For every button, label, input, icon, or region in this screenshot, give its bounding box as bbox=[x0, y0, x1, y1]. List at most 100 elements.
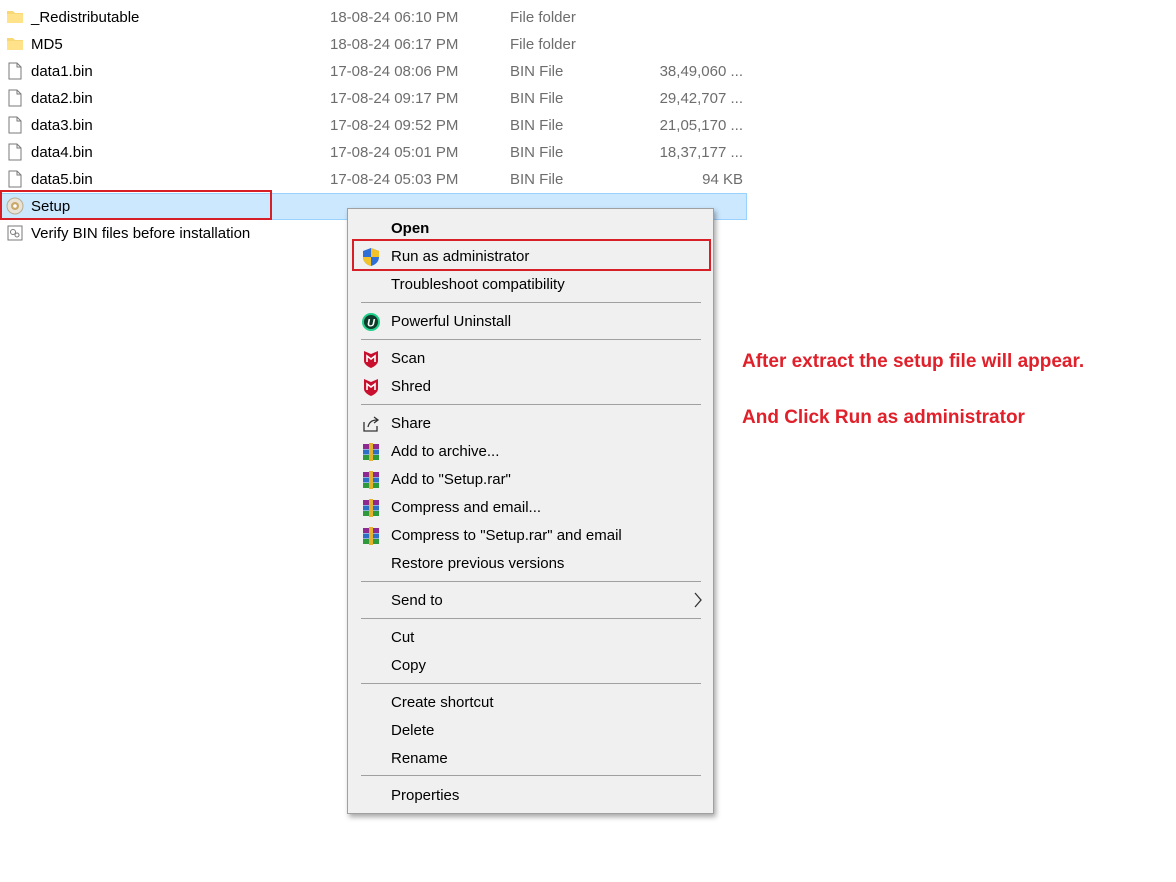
menu-separator bbox=[361, 404, 701, 405]
menu-item-open[interactable]: Open bbox=[348, 215, 713, 242]
menu-item-copy[interactable]: Copy bbox=[348, 652, 713, 679]
file-row-data1[interactable]: data1.bin 17-08-24 08:06 PM BIN File 38,… bbox=[0, 58, 760, 85]
menu-item-send-to[interactable]: Send to bbox=[348, 587, 713, 614]
file-date: 18-08-24 06:10 PM bbox=[330, 9, 459, 26]
folder-icon bbox=[7, 38, 23, 50]
winrar-icon bbox=[363, 471, 379, 489]
menu-item-label: Send to bbox=[391, 592, 443, 609]
file-size: 18,37,177 ... bbox=[659, 144, 743, 161]
file-type: BIN File bbox=[510, 144, 564, 161]
menu-item-scan[interactable]: Scan bbox=[348, 345, 713, 372]
menu-item-label: Compress to "Setup.rar" and email bbox=[391, 527, 622, 544]
file-name: _Redistributable bbox=[31, 9, 140, 26]
file-name: data4.bin bbox=[31, 144, 93, 161]
file-name: data3.bin bbox=[31, 117, 93, 134]
file-type: BIN File bbox=[510, 171, 564, 188]
menu-item-label: Scan bbox=[391, 350, 426, 367]
menu-item-cut[interactable]: Cut bbox=[348, 624, 713, 651]
annotation-line-2: And Click Run as administrator bbox=[742, 407, 1025, 428]
file-icon bbox=[8, 116, 22, 134]
file-row-redistributable[interactable]: _Redistributable 18-08-24 06:10 PM File … bbox=[0, 4, 760, 31]
menu-item-label: Restore previous versions bbox=[391, 555, 565, 572]
winrar-icon bbox=[363, 527, 379, 545]
menu-separator bbox=[361, 339, 701, 340]
file-type: BIN File bbox=[510, 63, 564, 80]
menu-item-rename[interactable]: Rename bbox=[348, 745, 713, 772]
file-size: 29,42,707 ... bbox=[659, 90, 743, 107]
file-date: 17-08-24 05:03 PM bbox=[330, 171, 459, 188]
menu-item-label: Compress and email... bbox=[391, 499, 542, 516]
menu-item-label: Delete bbox=[391, 722, 435, 739]
menu-item-properties[interactable]: Properties bbox=[348, 782, 713, 809]
menu-item-label: Properties bbox=[391, 787, 460, 804]
file-icon bbox=[8, 143, 22, 161]
menu-item-share[interactable]: Share bbox=[348, 410, 713, 437]
menu-item-label: Copy bbox=[391, 657, 427, 674]
mcafee-shield-icon bbox=[364, 379, 378, 396]
menu-item-delete[interactable]: Delete bbox=[348, 717, 713, 744]
uninstaller-icon: U bbox=[362, 313, 380, 331]
menu-item-add-to-archive[interactable]: Add to archive... bbox=[348, 438, 713, 465]
file-name: data1.bin bbox=[31, 63, 93, 80]
folder-icon bbox=[7, 11, 23, 23]
menu-item-label: Cut bbox=[391, 629, 415, 646]
menu-separator bbox=[361, 302, 701, 303]
context-menu: Open Run as administrator Troubleshoot c… bbox=[347, 208, 714, 814]
menu-separator bbox=[361, 775, 701, 776]
file-type: File folder bbox=[510, 9, 576, 26]
menu-item-label: Add to "Setup.rar" bbox=[391, 471, 511, 488]
menu-separator bbox=[361, 683, 701, 684]
winrar-icon bbox=[363, 443, 379, 461]
file-icon bbox=[8, 170, 22, 188]
file-size: 38,49,060 ... bbox=[659, 63, 743, 80]
menu-item-label: Create shortcut bbox=[391, 694, 494, 711]
menu-separator bbox=[361, 581, 701, 582]
file-size: 21,05,170 ... bbox=[659, 117, 743, 134]
file-row-data2[interactable]: data2.bin 17-08-24 09:17 PM BIN File 29,… bbox=[0, 85, 760, 112]
file-type: File folder bbox=[510, 36, 576, 53]
menu-item-troubleshoot-compatibility[interactable]: Troubleshoot compatibility bbox=[348, 271, 713, 298]
menu-item-restore-previous-versions[interactable]: Restore previous versions bbox=[348, 550, 713, 577]
file-date: 18-08-24 06:17 PM bbox=[330, 36, 459, 53]
svg-text:U: U bbox=[367, 318, 376, 330]
file-row-data5[interactable]: data5.bin 17-08-24 05:03 PM BIN File 94 … bbox=[0, 166, 760, 193]
file-icon bbox=[8, 62, 22, 80]
file-name: Verify BIN files before installation bbox=[31, 225, 251, 242]
menu-separator bbox=[361, 618, 701, 619]
file-size: 94 KB bbox=[702, 171, 743, 188]
setup-highlight-box bbox=[0, 190, 272, 220]
menu-item-label: Powerful Uninstall bbox=[391, 313, 512, 330]
menu-item-compress-and-email[interactable]: Compress and email... bbox=[348, 494, 713, 521]
file-row-md5[interactable]: MD5 18-08-24 06:17 PM File folder bbox=[0, 31, 760, 58]
menu-item-label: Rename bbox=[391, 750, 448, 767]
file-name: MD5 bbox=[31, 36, 63, 53]
file-date: 17-08-24 08:06 PM bbox=[330, 63, 459, 80]
file-name: data5.bin bbox=[31, 171, 93, 188]
menu-item-label: Open bbox=[391, 220, 430, 237]
menu-item-shred[interactable]: Shred bbox=[348, 373, 713, 400]
file-type: BIN File bbox=[510, 117, 564, 134]
file-row-data4[interactable]: data4.bin 17-08-24 05:01 PM BIN File 18,… bbox=[0, 139, 760, 166]
file-icon bbox=[8, 89, 22, 107]
menu-item-label: Shred bbox=[391, 378, 432, 395]
annotation-line-1: After extract the setup file will appear… bbox=[742, 351, 1085, 372]
file-type: BIN File bbox=[510, 90, 564, 107]
chevron-right-icon bbox=[694, 592, 702, 608]
menu-item-create-shortcut[interactable]: Create shortcut bbox=[348, 689, 713, 716]
file-date: 17-08-24 09:52 PM bbox=[330, 117, 459, 134]
menu-item-label: Add to archive... bbox=[391, 443, 500, 460]
menu-item-label: Share bbox=[391, 415, 432, 432]
share-icon bbox=[363, 416, 380, 432]
mcafee-shield-icon bbox=[364, 351, 378, 368]
menu-item-label: Troubleshoot compatibility bbox=[391, 276, 565, 293]
file-date: 17-08-24 05:01 PM bbox=[330, 144, 459, 161]
file-date: 17-08-24 09:17 PM bbox=[330, 90, 459, 107]
menu-item-compress-to-setup-rar-and-email[interactable]: Compress to "Setup.rar" and email bbox=[348, 522, 713, 549]
menu-item-powerful-uninstall[interactable]: U Powerful Uninstall bbox=[348, 308, 713, 335]
run-as-admin-highlight-box bbox=[352, 239, 711, 271]
menu-item-add-to-setup-rar[interactable]: Add to "Setup.rar" bbox=[348, 466, 713, 493]
winrar-icon bbox=[363, 499, 379, 517]
file-row-data3[interactable]: data3.bin 17-08-24 09:52 PM BIN File 21,… bbox=[0, 112, 760, 139]
script-file-icon bbox=[7, 225, 23, 241]
file-name: data2.bin bbox=[31, 90, 93, 107]
